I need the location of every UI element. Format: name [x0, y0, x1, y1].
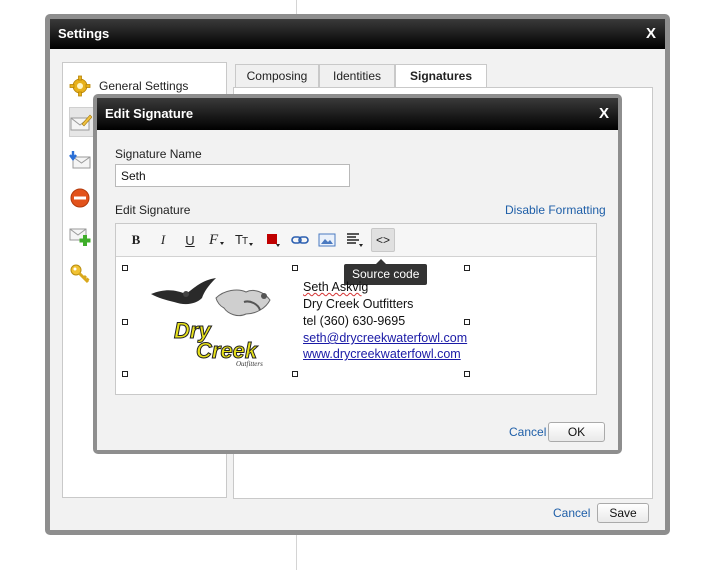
svg-text:F: F	[208, 232, 219, 248]
settings-title: Settings	[58, 26, 110, 41]
signature-line-phone: tel (360) 630-9695	[303, 314, 406, 328]
signature-line-website: www.drycreekwaterfowl.com	[303, 347, 461, 361]
settings-titlebar: Settings X	[50, 19, 665, 49]
align-icon	[347, 233, 363, 247]
signature-name-text: Seth Askvig	[303, 280, 369, 294]
edit-signature-dialog-frame: Edit Signature X Signature Name Edit Sig…	[93, 94, 622, 454]
signature-line-company: Dry Creek Outfitters	[303, 297, 414, 311]
resize-handle-top-center[interactable]	[292, 265, 298, 271]
edit-signature-label: Edit Signature	[115, 203, 191, 217]
signature-name-input[interactable]	[115, 164, 350, 187]
underline-button[interactable]: U	[178, 228, 202, 252]
logo-tagline: Outfitters	[236, 360, 263, 368]
insert-image-button[interactable]	[315, 228, 339, 252]
dialog-titlebar: Edit Signature X	[97, 98, 618, 130]
resize-handle-top-left[interactable]	[122, 265, 128, 271]
blocked-icon	[69, 187, 91, 209]
resize-handle-bottom-left[interactable]	[122, 371, 128, 377]
font-family-icon: F	[208, 232, 224, 248]
svg-text:T: T	[242, 236, 248, 247]
signature-name-label: Signature Name	[115, 147, 202, 161]
font-color-icon	[267, 234, 280, 247]
resize-handle-top-right[interactable]	[464, 265, 470, 271]
key-icon	[69, 263, 91, 285]
italic-button[interactable]: I	[151, 228, 175, 252]
font-size-button[interactable]: T T	[233, 228, 257, 252]
envelope-pencil-icon	[70, 112, 93, 134]
settings-close-button[interactable]: X	[646, 19, 656, 49]
align-button[interactable]	[343, 228, 367, 252]
dialog-title: Edit Signature	[105, 106, 194, 121]
resize-handle-bottom-right[interactable]	[464, 371, 470, 377]
source-code-button[interactable]: <>	[371, 228, 395, 252]
settings-save-button[interactable]: Save	[597, 503, 649, 523]
settings-cancel-button[interactable]: Cancel	[553, 506, 590, 520]
tab-signatures[interactable]: Signatures	[395, 64, 487, 89]
dialog-close-button[interactable]: X	[599, 98, 609, 130]
resize-handle-middle-right[interactable]	[464, 319, 470, 325]
signature-editor: B I U F T T <> Source code Dry Creek Out…	[115, 223, 597, 395]
font-size-icon: T T	[235, 232, 253, 247]
disable-formatting-link[interactable]: Disable Formatting	[505, 203, 606, 217]
font-color-button[interactable]	[262, 228, 286, 252]
envelope-add-icon	[69, 225, 91, 247]
editor-toolbar: B I U F T T <>	[116, 224, 596, 257]
insert-link-button[interactable]	[288, 228, 312, 252]
resize-handle-bottom-center[interactable]	[292, 371, 298, 377]
resize-handle-middle-left[interactable]	[122, 319, 128, 325]
dialog-cancel-button[interactable]: Cancel	[509, 425, 546, 439]
dialog-ok-button[interactable]: OK	[548, 422, 605, 442]
tab-identities[interactable]: Identities	[319, 64, 395, 88]
signature-line-email: seth@drycreekwaterfowl.com	[303, 331, 467, 345]
image-icon	[318, 233, 336, 247]
dry-creek-logo[interactable]: Dry Creek Outfitters	[146, 274, 281, 369]
edit-signature-dialog: Edit Signature X Signature Name Edit Sig…	[97, 98, 618, 450]
flying-duck-dark-icon	[151, 278, 216, 305]
settings-footer: Cancel Save	[50, 503, 665, 525]
background-divider-bottom	[296, 534, 297, 570]
gear-icon	[69, 75, 91, 97]
signature-line-name: Seth Askvig	[303, 280, 368, 294]
link-icon	[291, 236, 309, 244]
tab-composing[interactable]: Composing	[235, 64, 319, 88]
flying-duck-light-icon	[215, 289, 271, 317]
sidebar-item-label: General Settings	[99, 79, 189, 93]
font-family-button[interactable]: F	[205, 228, 229, 252]
envelope-download-icon	[69, 149, 91, 171]
bold-button[interactable]: B	[124, 228, 148, 252]
email-link[interactable]: seth@drycreekwaterfowl.com	[303, 331, 467, 345]
website-link[interactable]: www.drycreekwaterfowl.com	[303, 347, 461, 361]
